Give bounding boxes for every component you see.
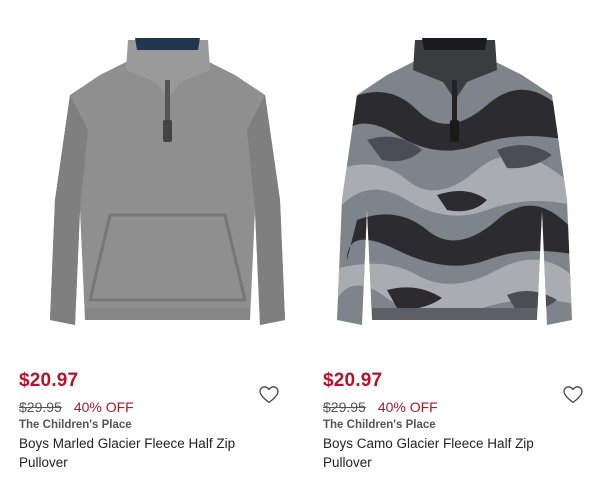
heart-icon-graphic	[259, 386, 279, 404]
product-title[interactable]: Boys Marled Glacier Fleece Half Zip Pull…	[19, 434, 259, 472]
sale-price: $20.97	[323, 370, 383, 391]
original-price: $29.95	[19, 399, 62, 415]
brand-name: The Children's Place	[323, 419, 436, 431]
product-card[interactable]: $20.97 $29.95 40% OFF The Children's Pla…	[0, 0, 295, 483]
discount-badge: 40% OFF	[377, 399, 438, 415]
sale-price: $20.97	[19, 370, 79, 391]
price-details: $29.95 40% OFF	[323, 399, 438, 415]
gray-pullover-image	[50, 38, 285, 325]
product-card[interactable]: $20.97 $29.95 40% OFF The Children's Pla…	[295, 0, 590, 483]
heart-icon[interactable]	[259, 386, 279, 404]
camo-pullover-image	[337, 38, 572, 325]
heart-icon-graphic	[563, 386, 583, 404]
product-image[interactable]	[40, 20, 295, 340]
product-grid: $20.97 $29.95 40% OFF The Children's Pla…	[0, 0, 591, 483]
heart-icon[interactable]	[563, 386, 583, 404]
product-image[interactable]	[327, 20, 582, 340]
product-title[interactable]: Boys Camo Glacier Fleece Half Zip Pullov…	[323, 434, 563, 472]
original-price: $29.95	[323, 399, 366, 415]
price-details: $29.95 40% OFF	[19, 399, 134, 415]
discount-badge: 40% OFF	[73, 399, 134, 415]
brand-name: The Children's Place	[19, 419, 132, 431]
